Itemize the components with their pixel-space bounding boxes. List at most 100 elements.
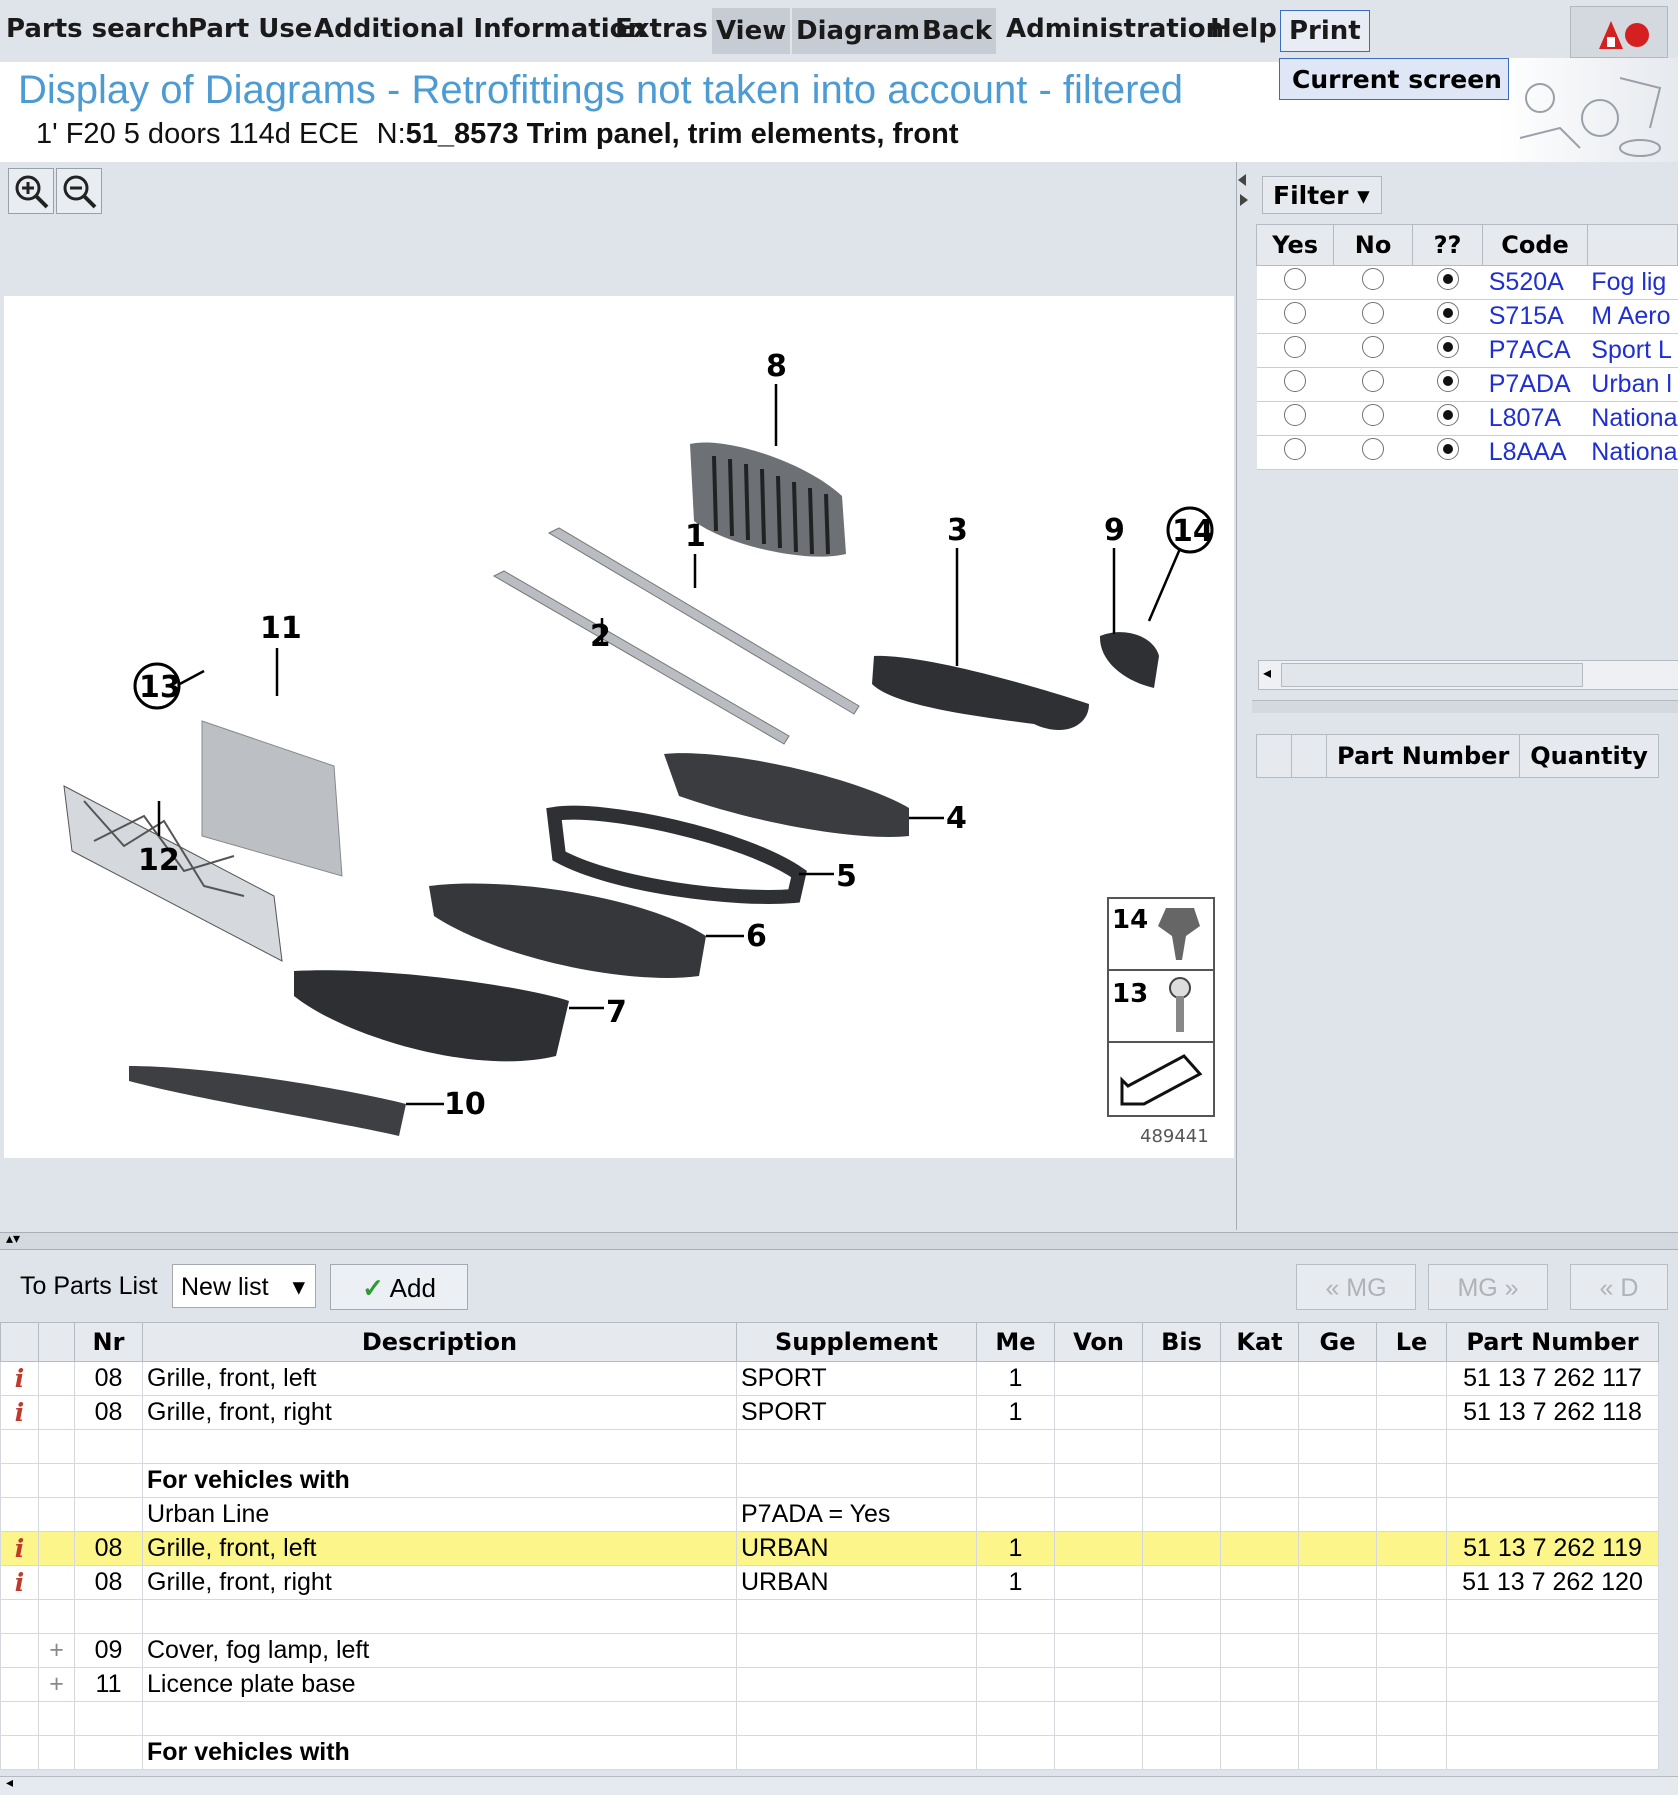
filter-code[interactable]: P7ADA — [1482, 367, 1588, 402]
expand-plus-icon[interactable]: + — [38, 1633, 75, 1668]
parts-list-select[interactable]: New list ▾ — [172, 1264, 316, 1308]
info-icon[interactable] — [0, 1429, 39, 1464]
table-row[interactable]: i 08 Grille, front, right SPORT 1 51 13 7 262… — [0, 1395, 1659, 1430]
table-row[interactable]: i 08 Grille, front, left SPORT 1 51 13 7 262 … — [0, 1361, 1659, 1396]
scrollbar-thumb[interactable] — [1281, 663, 1583, 687]
info-icon[interactable]: i — [0, 1395, 39, 1430]
table-row[interactable] — [0, 1599, 1659, 1634]
prev-mg-button[interactable]: « MG — [1296, 1264, 1416, 1310]
col-supplement[interactable]: Supplement — [736, 1322, 977, 1362]
next-mg-button[interactable]: MG » — [1428, 1264, 1548, 1310]
col-description[interactable]: Description — [142, 1322, 737, 1362]
col-blank-1[interactable] — [1256, 734, 1292, 778]
expand-collapse-icon[interactable]: ▴▾ — [6, 1231, 20, 1247]
filter-code[interactable]: L8AAA — [1482, 435, 1588, 470]
prev-d-button[interactable]: « D — [1570, 1264, 1668, 1310]
menu-diagram[interactable]: Diagram — [792, 8, 925, 54]
part-3-trim[interactable] — [872, 655, 1089, 731]
col-part-number[interactable]: Part Number — [1325, 734, 1521, 778]
expand-plus-icon[interactable]: + — [38, 1667, 75, 1702]
add-button[interactable]: ✓ Add — [330, 1264, 468, 1310]
callout-8[interactable]: 8 — [766, 349, 787, 384]
col-yes[interactable]: Yes — [1255, 224, 1335, 266]
col-bis[interactable]: Bis — [1142, 1322, 1221, 1362]
radio-no[interactable] — [1362, 404, 1385, 426]
menu-view[interactable]: View — [712, 8, 791, 54]
horizontal-splitter[interactable]: ▴▾ — [0, 1231, 1678, 1250]
radio-unknown[interactable] — [1436, 438, 1459, 460]
col-unknown[interactable]: ?? — [1411, 224, 1484, 266]
callout-12[interactable]: 12 — [138, 843, 180, 878]
info-icon[interactable] — [0, 1667, 39, 1702]
callout-3[interactable]: 3 — [947, 513, 968, 548]
col-me[interactable]: Me — [976, 1322, 1055, 1362]
menu-part-use[interactable]: Part Use — [188, 14, 312, 44]
menu-help[interactable]: Help — [1210, 14, 1277, 44]
expand-plus-icon[interactable] — [38, 1599, 75, 1634]
expand-plus-icon[interactable] — [38, 1565, 75, 1600]
zoom-in-button[interactable] — [8, 168, 54, 214]
col-desc[interactable] — [1586, 224, 1678, 266]
part-5-frame[interactable] — [546, 805, 807, 904]
callout-14[interactable]: 14 — [1172, 514, 1214, 549]
radio-yes[interactable] — [1284, 336, 1307, 358]
menu-extras[interactable]: Extras — [615, 14, 708, 44]
col-icon[interactable] — [0, 1322, 39, 1362]
col-blank-2[interactable] — [1291, 734, 1327, 778]
part-6-grille[interactable] — [429, 883, 706, 978]
filter-desc[interactable]: Fog lig — [1587, 265, 1678, 300]
expand-plus-icon[interactable] — [38, 1429, 75, 1464]
radio-unknown[interactable] — [1436, 370, 1459, 392]
table-row[interactable]: Urban Line P7ADA = Yes — [0, 1497, 1659, 1532]
col-expand[interactable] — [38, 1322, 75, 1362]
filter-code[interactable]: L807A — [1482, 401, 1588, 436]
panel-splitter[interactable] — [1252, 700, 1678, 713]
filter-desc[interactable]: Nationa — [1587, 435, 1678, 470]
menu-administration[interactable]: Administration — [1006, 14, 1224, 44]
part-11-plate-base[interactable] — [201, 720, 343, 877]
part-4-trim[interactable] — [664, 753, 909, 837]
table-row[interactable]: For vehicles with — [0, 1463, 1659, 1498]
callout-13[interactable]: 13 — [139, 670, 181, 705]
expand-plus-icon[interactable] — [38, 1463, 75, 1498]
col-no[interactable]: No — [1333, 224, 1413, 266]
filter-code[interactable]: P7ACA — [1482, 333, 1588, 368]
radio-yes[interactable] — [1284, 370, 1307, 392]
radio-yes[interactable] — [1284, 404, 1307, 426]
col-le[interactable]: Le — [1376, 1322, 1447, 1362]
col-von[interactable]: Von — [1054, 1322, 1143, 1362]
menu-parts-search[interactable]: Parts search — [6, 14, 189, 44]
radio-yes[interactable] — [1284, 302, 1307, 324]
part-9-cover[interactable] — [1099, 632, 1159, 688]
expand-plus-icon[interactable] — [38, 1531, 75, 1566]
part-7-grille[interactable] — [294, 970, 569, 1062]
callout-7[interactable]: 7 — [606, 995, 627, 1030]
expand-plus-icon[interactable] — [38, 1361, 75, 1396]
callout-1[interactable]: 1 — [685, 519, 706, 554]
callout-11[interactable]: 11 — [260, 611, 302, 646]
radio-yes[interactable] — [1284, 438, 1307, 460]
menu-back[interactable]: Back — [918, 8, 997, 54]
info-icon[interactable]: i — [0, 1565, 39, 1600]
part-8-grille[interactable] — [690, 442, 846, 557]
callout-5[interactable]: 5 — [836, 859, 857, 894]
filter-desc[interactable]: M Aero — [1587, 299, 1678, 334]
col-ge[interactable]: Ge — [1298, 1322, 1377, 1362]
filter-horizontal-scrollbar[interactable]: ◂ — [1258, 660, 1678, 690]
menu-additional-information[interactable]: Additional Information — [314, 14, 646, 44]
col-quantity[interactable]: Quantity — [1519, 734, 1659, 778]
scroll-left-icon[interactable]: ◂ — [6, 1775, 13, 1791]
table-row[interactable]: +09 Cover, fog lamp, left — [0, 1633, 1659, 1668]
callout-2[interactable]: 2 — [590, 619, 611, 654]
table-row[interactable]: For vehicles with — [0, 1735, 1659, 1770]
info-icon[interactable] — [0, 1599, 39, 1634]
radio-no[interactable] — [1362, 336, 1385, 358]
collapse-panel-icon[interactable] — [1236, 170, 1250, 210]
zoom-out-button[interactable] — [56, 168, 102, 214]
filter-desc[interactable]: Sport L — [1587, 333, 1678, 368]
callout-6[interactable]: 6 — [746, 919, 767, 954]
info-icon[interactable] — [0, 1463, 39, 1498]
expand-plus-icon[interactable] — [38, 1497, 75, 1532]
print-dropdown-current-screen[interactable]: Current screen — [1279, 58, 1509, 100]
info-icon[interactable] — [0, 1633, 39, 1668]
